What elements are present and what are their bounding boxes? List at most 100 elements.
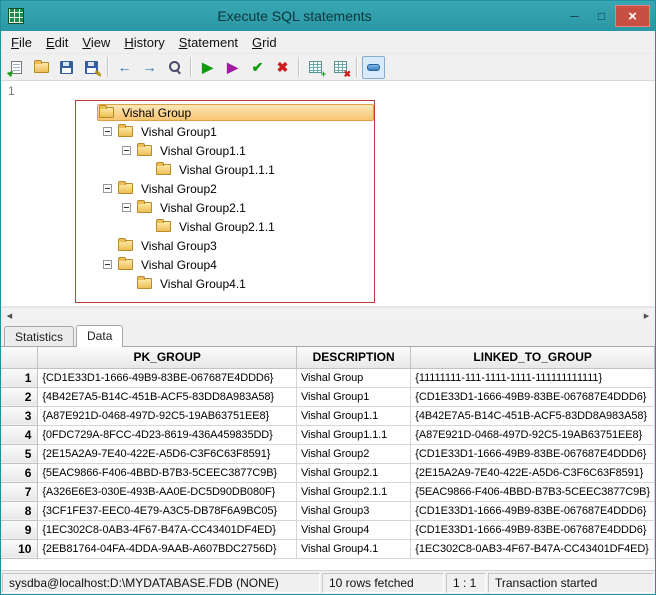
cell-description[interactable]: Vishal Group bbox=[296, 368, 412, 388]
scroll-right-icon[interactable]: ▶ bbox=[638, 308, 655, 324]
table-row[interactable]: 3 {A87E921D-0468-497D-92C5-19AB63751EE8} V… bbox=[1, 406, 655, 426]
data-grid: PK_GROUP DESCRIPTION LINKED_TO_GROUP 1 {C… bbox=[1, 346, 655, 570]
cell-pk-group[interactable]: {A326E6E3-030E-493B-AA0E-DC5D90DB080F} bbox=[37, 482, 297, 502]
menu-view[interactable]: View bbox=[75, 33, 117, 52]
tree-item[interactable]: Vishal Group2 bbox=[76, 179, 374, 198]
search-button[interactable] bbox=[163, 56, 186, 79]
tree-item[interactable]: Vishal Group3 bbox=[76, 236, 374, 255]
status-transaction: Transaction started bbox=[488, 573, 654, 593]
row-number: 2 bbox=[1, 387, 39, 407]
execute-button[interactable]: ▶ bbox=[196, 56, 219, 79]
collapse-icon[interactable] bbox=[103, 184, 112, 193]
table-row[interactable]: 7 {A326E6E3-030E-493B-AA0E-DC5D90DB080F} V… bbox=[1, 482, 655, 502]
forward-button[interactable]: → bbox=[138, 56, 161, 79]
cell-linked-to-group[interactable]: {2E15A2A9-7E40-422E-A5D6-C3F6C63F8591} bbox=[410, 463, 655, 483]
toolbar-separator bbox=[298, 57, 300, 77]
cell-description[interactable]: Vishal Group1.1.1 bbox=[296, 425, 412, 445]
table-row[interactable]: 10 {2EB81764-04FA-4DDA-9AAB-A607BDC2756D}… bbox=[1, 539, 655, 559]
cell-linked-to-group[interactable]: {4B42E7A5-B14C-451B-ACF5-83DD8A983A58} bbox=[410, 406, 655, 426]
sql-editor[interactable]: 1 Vishal Group Vishal Group1 Vishal Group1… bbox=[1, 81, 655, 307]
maximize-button[interactable]: □ bbox=[588, 5, 615, 27]
table-row[interactable]: 6 {5EAC9866-F406-4BBD-B7B3-5CEEC3877C9B} V… bbox=[1, 463, 655, 483]
cell-linked-to-group[interactable]: {CD1E33D1-1666-49B9-83BE-067687E4DDD6} bbox=[410, 520, 655, 540]
tree-item[interactable]: Vishal Group bbox=[76, 103, 374, 122]
commit-button[interactable]: ✔ bbox=[246, 56, 269, 79]
tree-item[interactable]: Vishal Group4.1 bbox=[76, 274, 374, 293]
collapse-icon[interactable] bbox=[103, 127, 112, 136]
cell-pk-group[interactable]: {2EB81764-04FA-4DDA-9AAB-A607BDC2756D} bbox=[37, 539, 297, 559]
row-number: 10 bbox=[1, 539, 39, 559]
cell-description[interactable]: Vishal Group4 bbox=[296, 520, 412, 540]
tab-statistics[interactable]: Statistics bbox=[4, 326, 75, 346]
cell-linked-to-group[interactable]: {11111111-111-1111-1111-111111111111} bbox=[410, 368, 655, 388]
cell-linked-to-group[interactable]: {CD1E33D1-1666-49B9-83BE-067687E4DDD6} bbox=[410, 501, 655, 521]
scroll-left-icon[interactable]: ◀ bbox=[1, 308, 18, 324]
cell-description[interactable]: Vishal Group2.1.1 bbox=[296, 482, 412, 502]
table-row[interactable]: 1 {CD1E33D1-1666-49B9-83BE-067687E4DDD6} V… bbox=[1, 368, 655, 388]
tree-item-label: Vishal Group4 bbox=[141, 257, 217, 272]
tree-item[interactable]: Vishal Group4 bbox=[76, 255, 374, 274]
column-header-linked-to-group[interactable]: LINKED_TO_GROUP bbox=[410, 347, 655, 369]
menu-grid[interactable]: Grid bbox=[245, 33, 284, 52]
open-button[interactable] bbox=[30, 56, 53, 79]
table-row[interactable]: 8 {3CF1FE37-EEC0-4E79-A3C5-DB78F6A9BC05} V… bbox=[1, 501, 655, 521]
close-grid-button[interactable]: ✖ bbox=[329, 56, 352, 79]
cell-pk-group[interactable]: {5EAC9866-F406-4BBD-B7B3-5CEEC3877C9B} bbox=[37, 463, 297, 483]
menu-file[interactable]: File bbox=[4, 33, 39, 52]
title-bar[interactable]: Execute SQL statements ─ □ × bbox=[1, 1, 655, 31]
column-header-description[interactable]: DESCRIPTION bbox=[296, 347, 412, 369]
cell-pk-group[interactable]: {3CF1FE37-EEC0-4E79-A3C5-DB78F6A9BC05} bbox=[37, 501, 297, 521]
cell-pk-group[interactable]: {4B42E7A5-B14C-451B-ACF5-83DD8A983A58} bbox=[37, 387, 297, 407]
cell-pk-group[interactable]: {A87E921D-0468-497D-92C5-19AB63751EE8} bbox=[37, 406, 297, 426]
menu-edit[interactable]: Edit bbox=[39, 33, 75, 52]
tree-item[interactable]: Vishal Group2.1 bbox=[76, 198, 374, 217]
toggle-layout-button[interactable] bbox=[362, 55, 385, 79]
collapse-icon[interactable] bbox=[122, 146, 131, 155]
save-button[interactable] bbox=[55, 56, 78, 79]
cell-linked-to-group[interactable]: {1EC302C8-0AB3-4F67-B47A-CC43401DF4ED} bbox=[410, 539, 655, 559]
show-grid-button[interactable]: + bbox=[304, 56, 327, 79]
back-button[interactable]: ← bbox=[113, 56, 136, 79]
tree-item[interactable]: Vishal Group1.1.1 bbox=[76, 160, 374, 179]
save-as-button[interactable]: ✎ bbox=[80, 56, 103, 79]
horizontal-scrollbar[interactable]: ◀ ▶ bbox=[1, 307, 655, 324]
tab-data[interactable]: Data bbox=[76, 325, 124, 347]
collapse-icon[interactable] bbox=[122, 203, 131, 212]
cell-linked-to-group[interactable]: {5EAC9866-F406-4BBD-B7B3-5CEEC3877C9B} bbox=[410, 482, 655, 502]
cell-pk-group[interactable]: {2E15A2A9-7E40-422E-A5D6-C3F6C63F8591} bbox=[37, 444, 297, 464]
menu-statement[interactable]: Statement bbox=[172, 33, 245, 52]
rollback-button[interactable]: ✖ bbox=[271, 56, 294, 79]
open-icon bbox=[34, 59, 49, 73]
row-number: 4 bbox=[1, 425, 39, 445]
table-row[interactable]: 2 {4B42E7A5-B14C-451B-ACF5-83DD8A983A58} V… bbox=[1, 387, 655, 407]
tree-item[interactable]: Vishal Group1.1 bbox=[76, 141, 374, 160]
status-rows-fetched: 10 rows fetched bbox=[322, 573, 444, 593]
cell-pk-group[interactable]: {0FDC729A-8FCC-4D23-8619-436A459835DD} bbox=[37, 425, 297, 445]
minimize-button[interactable]: ─ bbox=[561, 5, 588, 27]
cell-description[interactable]: Vishal Group1 bbox=[296, 387, 412, 407]
cell-pk-group[interactable]: {CD1E33D1-1666-49B9-83BE-067687E4DDD6} bbox=[37, 368, 297, 388]
load-script-button[interactable] bbox=[5, 56, 28, 79]
cell-linked-to-group[interactable]: {CD1E33D1-1666-49B9-83BE-067687E4DDD6} bbox=[410, 444, 655, 464]
collapse-icon[interactable] bbox=[103, 260, 112, 269]
back-icon: ← bbox=[117, 59, 132, 75]
column-header-pk-group[interactable]: PK_GROUP bbox=[37, 347, 297, 369]
execute-script-button[interactable]: ▶ bbox=[221, 56, 244, 79]
table-row[interactable]: 9 {1EC302C8-0AB3-4F67-B47A-CC43401DF4ED} V… bbox=[1, 520, 655, 540]
cell-pk-group[interactable]: {1EC302C8-0AB3-4F67-B47A-CC43401DF4ED} bbox=[37, 520, 297, 540]
close-button[interactable]: × bbox=[615, 5, 650, 27]
table-row[interactable]: 5 {2E15A2A9-7E40-422E-A5D6-C3F6C63F8591} V… bbox=[1, 444, 655, 464]
cell-description[interactable]: Vishal Group4.1 bbox=[296, 539, 412, 559]
cell-description[interactable]: Vishal Group2.1 bbox=[296, 463, 412, 483]
tree-item[interactable]: Vishal Group2.1.1 bbox=[76, 217, 374, 236]
cell-linked-to-group[interactable]: {A87E921D-0468-497D-92C5-19AB63751EE8} bbox=[410, 425, 655, 445]
app-icon bbox=[8, 8, 24, 24]
menu-history[interactable]: History bbox=[117, 33, 171, 52]
table-row[interactable]: 4 {0FDC729A-8FCC-4D23-8619-436A459835DD} V… bbox=[1, 425, 655, 445]
tree-item[interactable]: Vishal Group1 bbox=[76, 122, 374, 141]
tree-panel: Vishal Group Vishal Group1 Vishal Group1.1… bbox=[75, 100, 375, 303]
cell-linked-to-group[interactable]: {CD1E33D1-1666-49B9-83BE-067687E4DDD6} bbox=[410, 387, 655, 407]
cell-description[interactable]: Vishal Group2 bbox=[296, 444, 412, 464]
cell-description[interactable]: Vishal Group1.1 bbox=[296, 406, 412, 426]
cell-description[interactable]: Vishal Group3 bbox=[296, 501, 412, 521]
